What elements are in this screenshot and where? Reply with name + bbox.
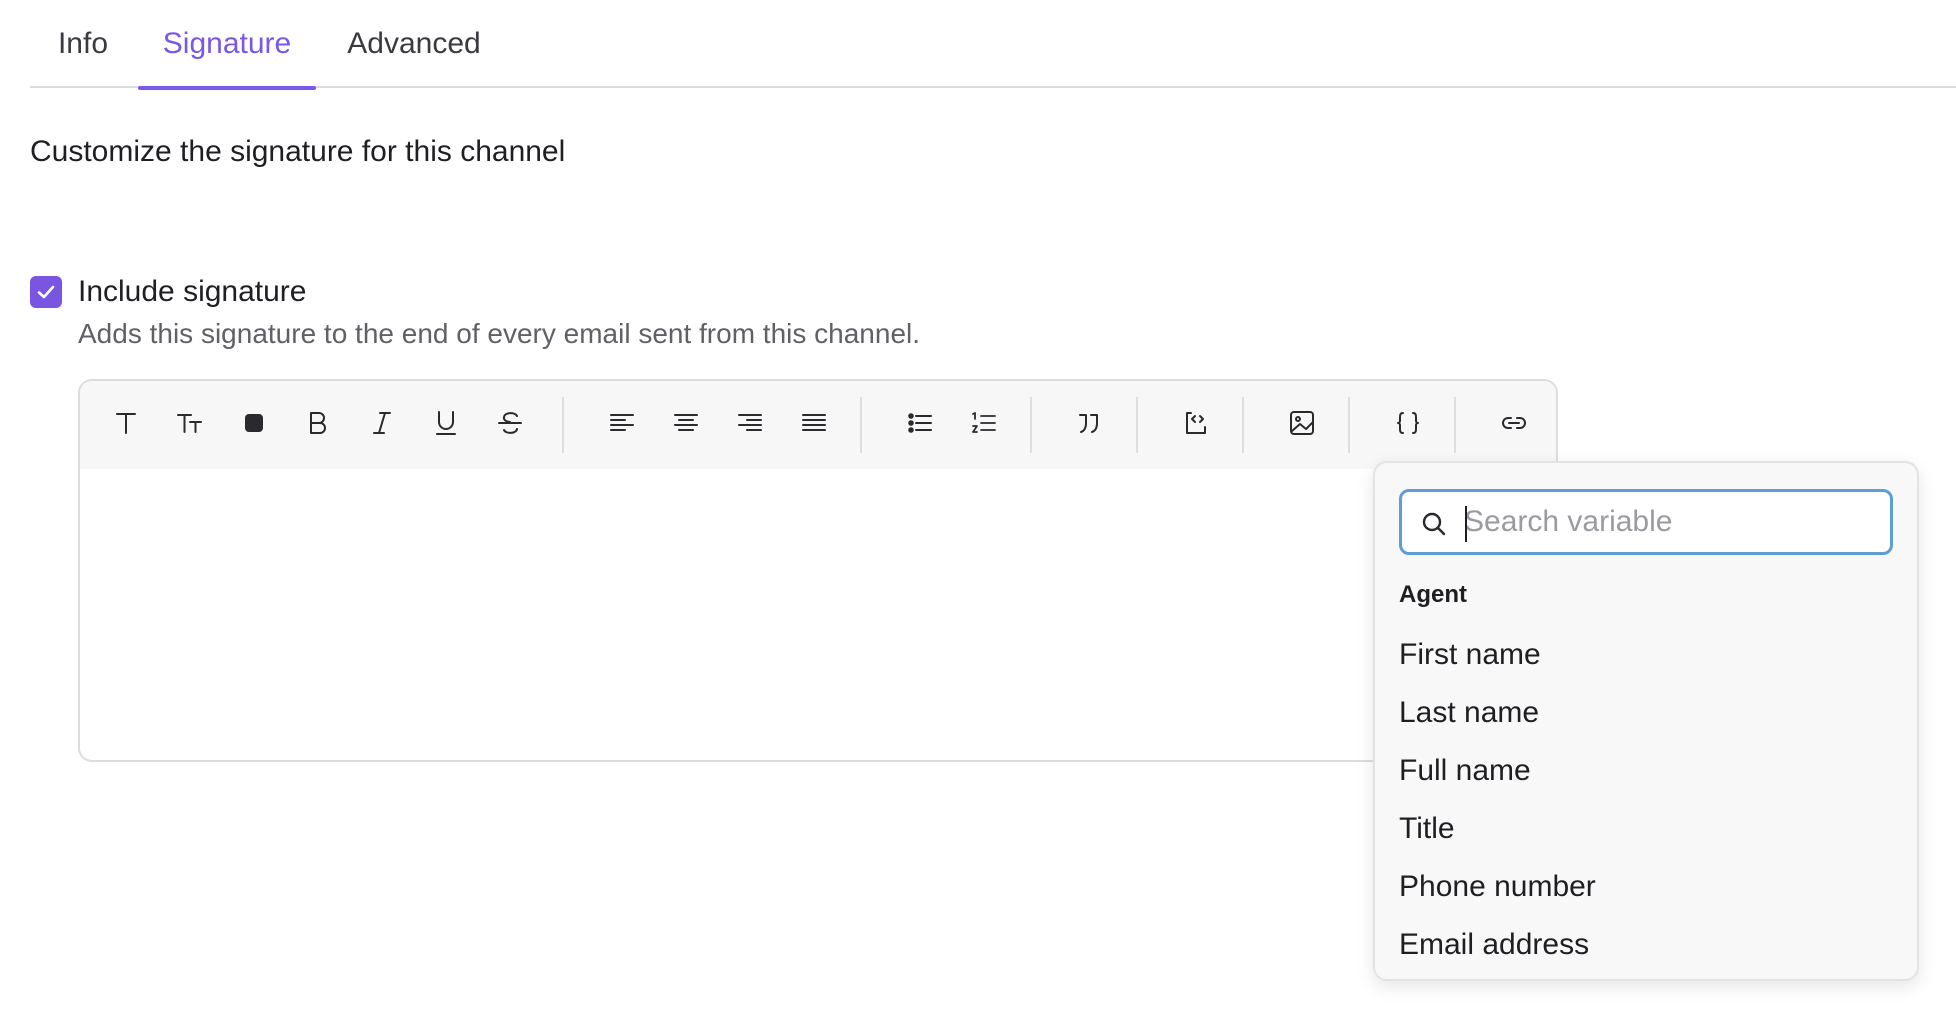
signature-editor [78,379,1558,762]
font-size-icon[interactable] [168,401,212,445]
tab-info[interactable]: Info [54,0,112,88]
variable-option-full-name[interactable]: Full name [1399,749,1893,793]
align-left-icon[interactable] [600,401,644,445]
variable-option-phone-number[interactable]: Phone number [1399,865,1893,909]
variable-option-email-address[interactable]: Email address [1399,923,1893,967]
align-right-icon[interactable] [728,401,772,445]
settings-tabs: Info Signature Advanced [30,0,1956,90]
variable-option-first-name[interactable]: First name [1399,633,1893,677]
text-style-icon[interactable] [104,401,148,445]
text-cursor [1465,506,1467,542]
toolbar-divider [1242,397,1244,453]
checkmark-icon [37,285,55,299]
align-center-icon[interactable] [664,401,708,445]
variable-icon[interactable] [1386,401,1430,445]
bullet-list-icon[interactable] [898,401,942,445]
editor-content-area[interactable] [80,469,1556,760]
code-block-icon[interactable] [1174,401,1218,445]
align-justify-icon[interactable] [792,401,836,445]
search-icon [1422,512,1446,536]
toolbar-divider [860,397,862,453]
editor-toolbar [80,381,1556,469]
include-signature-label[interactable]: Include signature [78,275,307,309]
variable-search-box [1399,489,1893,555]
text-color-icon[interactable] [232,401,276,445]
italic-icon[interactable] [360,401,404,445]
include-signature-checkbox[interactable] [30,276,62,308]
channel-settings-page: Info Signature Advanced Customize the si… [0,0,1956,1016]
link-icon[interactable] [1492,401,1536,445]
tab-signature[interactable]: Signature [138,0,316,90]
numbered-list-icon[interactable] [962,401,1006,445]
bold-icon[interactable] [296,401,340,445]
quote-icon[interactable] [1068,401,1112,445]
strikethrough-icon[interactable] [488,401,532,445]
toolbar-divider [562,397,564,453]
include-signature-help: Adds this signature to the end of every … [78,318,921,349]
variable-option-last-name[interactable]: Last name [1399,691,1893,735]
variable-option-title[interactable]: Title [1399,807,1893,851]
variable-group-label: Agent [1399,581,1467,608]
image-icon[interactable] [1280,401,1324,445]
page-subtitle: Customize the signature for this channel [30,135,566,168]
toolbar-divider [1348,397,1350,453]
toolbar-divider [1454,397,1456,453]
variable-search-input[interactable] [1464,498,1874,546]
toolbar-divider [1030,397,1032,453]
toolbar-divider [1136,397,1138,453]
underline-icon[interactable] [424,401,468,445]
tab-advanced[interactable]: Advanced [342,0,486,88]
variable-dropdown: Agent First name Last name Full name Tit… [1373,461,1919,981]
